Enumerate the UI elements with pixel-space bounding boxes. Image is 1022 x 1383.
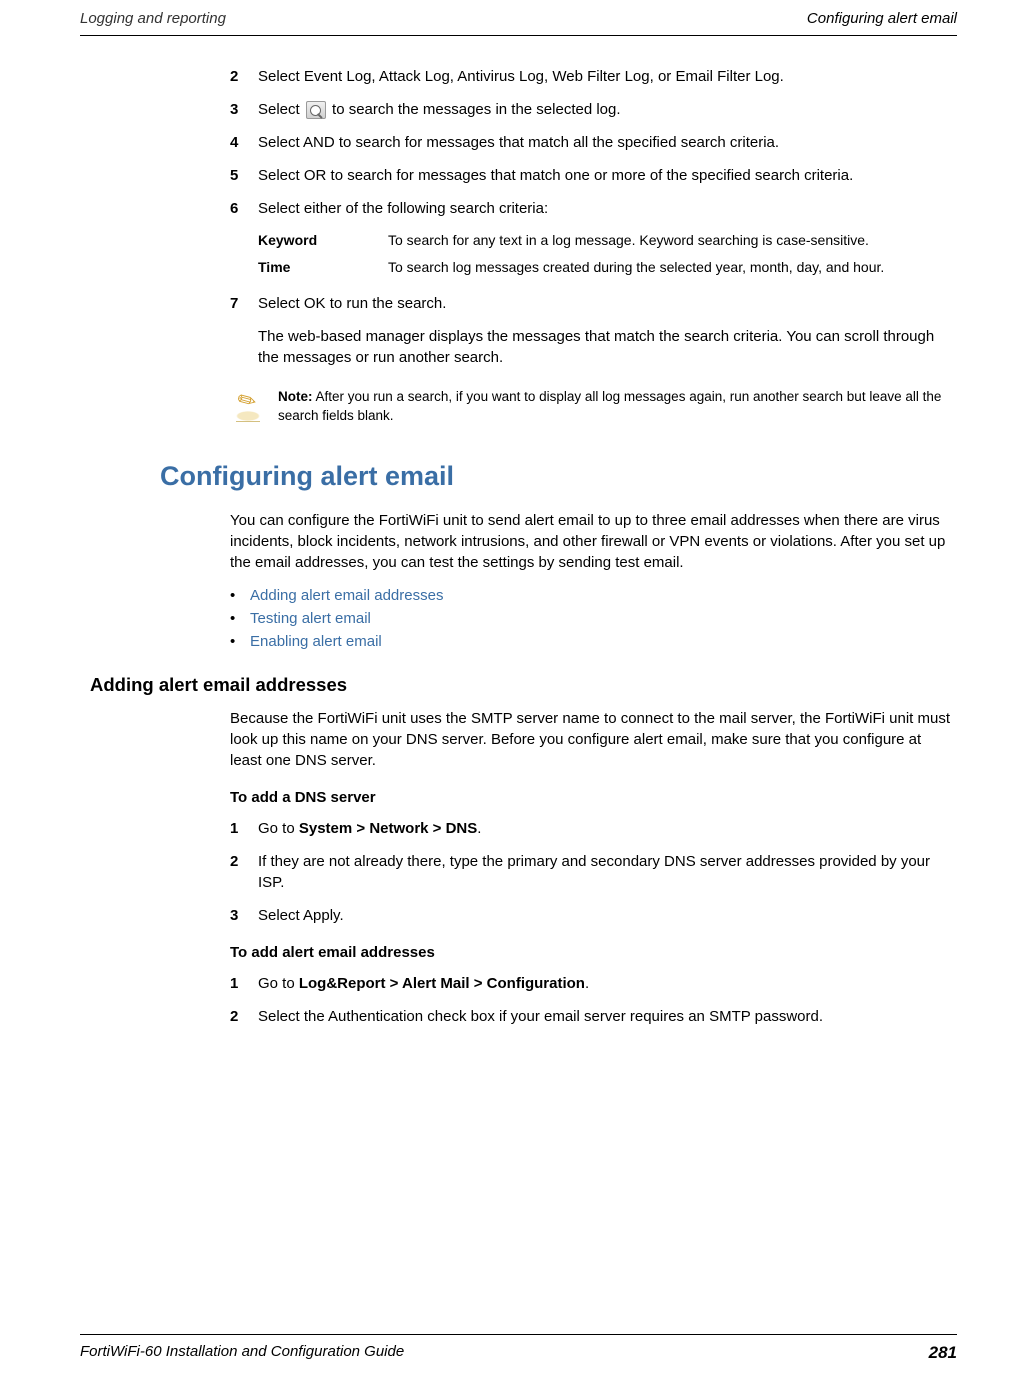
procedure-heading: To add alert email addresses bbox=[230, 944, 957, 961]
step-text-post: to search the messages in the selected l… bbox=[328, 101, 621, 118]
step-text: Go to Log&Report > Alert Mail > Configur… bbox=[258, 973, 957, 994]
step-pre: Go to bbox=[258, 820, 299, 837]
step-text: Select to search the messages in the sel… bbox=[258, 99, 957, 120]
criteria-label: Keyword bbox=[258, 231, 388, 250]
header-right: Configuring alert email bbox=[807, 10, 957, 27]
step-text: Select OK to run the search. bbox=[258, 293, 957, 314]
step-item: 6 Select either of the following search … bbox=[230, 198, 957, 219]
step-number: 3 bbox=[230, 905, 258, 926]
subsection-intro: Because the FortiWiFi unit uses the SMTP… bbox=[230, 708, 957, 771]
step-number: 2 bbox=[230, 1006, 258, 1027]
criteria-row: Time To search log messages created duri… bbox=[258, 258, 957, 277]
step-item: 1 Go to System > Network > DNS. bbox=[230, 818, 957, 839]
header-left: Logging and reporting bbox=[80, 10, 226, 27]
link-enabling-email[interactable]: Enabling alert email bbox=[250, 633, 382, 650]
step-text: Select Apply. bbox=[258, 905, 957, 926]
page-footer: FortiWiFi-60 Installation and Configurat… bbox=[80, 1334, 957, 1363]
step-text: Select OR to search for messages that ma… bbox=[258, 165, 957, 186]
list-item: Adding alert email addresses bbox=[230, 587, 957, 604]
section-intro: You can configure the FortiWiFi unit to … bbox=[230, 510, 957, 573]
step-number: 2 bbox=[230, 66, 258, 87]
criteria-desc: To search for any text in a log message.… bbox=[388, 231, 957, 250]
procedure-heading: To add a DNS server bbox=[230, 789, 957, 806]
step-item: 2 Select the Authentication check box if… bbox=[230, 1006, 957, 1027]
step-post: . bbox=[477, 820, 481, 837]
note-body: After you run a search, if you want to d… bbox=[278, 389, 941, 423]
section-heading: Configuring alert email bbox=[160, 461, 957, 492]
page-header: Logging and reporting Configuring alert … bbox=[80, 10, 957, 36]
note-pencil-icon bbox=[230, 388, 278, 426]
link-adding-addresses[interactable]: Adding alert email addresses bbox=[250, 587, 443, 604]
criteria-row: Keyword To search for any text in a log … bbox=[258, 231, 957, 250]
step-number: 1 bbox=[230, 818, 258, 839]
step-text-pre: Select bbox=[258, 101, 304, 118]
note-block: Note: After you run a search, if you wan… bbox=[230, 388, 957, 426]
step-number: 1 bbox=[230, 973, 258, 994]
note-text: Note: After you run a search, if you wan… bbox=[278, 388, 957, 426]
step-number: 7 bbox=[230, 293, 258, 314]
list-item: Enabling alert email bbox=[230, 633, 957, 650]
subsection-heading: Adding alert email addresses bbox=[90, 674, 957, 696]
page-number: 281 bbox=[929, 1343, 957, 1363]
link-testing-email[interactable]: Testing alert email bbox=[250, 610, 371, 627]
criteria-table: Keyword To search for any text in a log … bbox=[258, 231, 957, 277]
step-text: Select AND to search for messages that m… bbox=[258, 132, 957, 153]
step-item: 2 If they are not already there, type th… bbox=[230, 851, 957, 893]
step-post: . bbox=[585, 975, 589, 992]
step-item: 3 Select to search the messages in the s… bbox=[230, 99, 957, 120]
step-number: 4 bbox=[230, 132, 258, 153]
link-list: Adding alert email addresses Testing ale… bbox=[230, 587, 957, 650]
step-number: 2 bbox=[230, 851, 258, 893]
main-content: 2 Select Event Log, Attack Log, Antiviru… bbox=[80, 66, 957, 1027]
footer-left: FortiWiFi-60 Installation and Configurat… bbox=[80, 1343, 404, 1363]
step-number: 6 bbox=[230, 198, 258, 219]
step-pre: Go to bbox=[258, 975, 299, 992]
note-label: Note: bbox=[278, 389, 313, 404]
search-icon bbox=[306, 101, 326, 119]
step-text: Select Event Log, Attack Log, Antivirus … bbox=[258, 66, 957, 87]
criteria-desc: To search log messages created during th… bbox=[388, 258, 957, 277]
step-bold: Log&Report > Alert Mail > Configuration bbox=[299, 975, 585, 992]
step-number: 3 bbox=[230, 99, 258, 120]
criteria-label: Time bbox=[258, 258, 388, 277]
step-subtext: The web-based manager displays the messa… bbox=[258, 326, 957, 368]
step-text: Select the Authentication check box if y… bbox=[258, 1006, 957, 1027]
step-item: 5 Select OR to search for messages that … bbox=[230, 165, 957, 186]
step-text: Go to System > Network > DNS. bbox=[258, 818, 957, 839]
list-item: Testing alert email bbox=[230, 610, 957, 627]
step-item: 7 Select OK to run the search. bbox=[230, 293, 957, 314]
step-item: 4 Select AND to search for messages that… bbox=[230, 132, 957, 153]
step-item: 2 Select Event Log, Attack Log, Antiviru… bbox=[230, 66, 957, 87]
step-number: 5 bbox=[230, 165, 258, 186]
step-text: Select either of the following search cr… bbox=[258, 198, 957, 219]
step-text: If they are not already there, type the … bbox=[258, 851, 957, 893]
step-item: 1 Go to Log&Report > Alert Mail > Config… bbox=[230, 973, 957, 994]
step-item: 3 Select Apply. bbox=[230, 905, 957, 926]
step-bold: System > Network > DNS bbox=[299, 820, 477, 837]
